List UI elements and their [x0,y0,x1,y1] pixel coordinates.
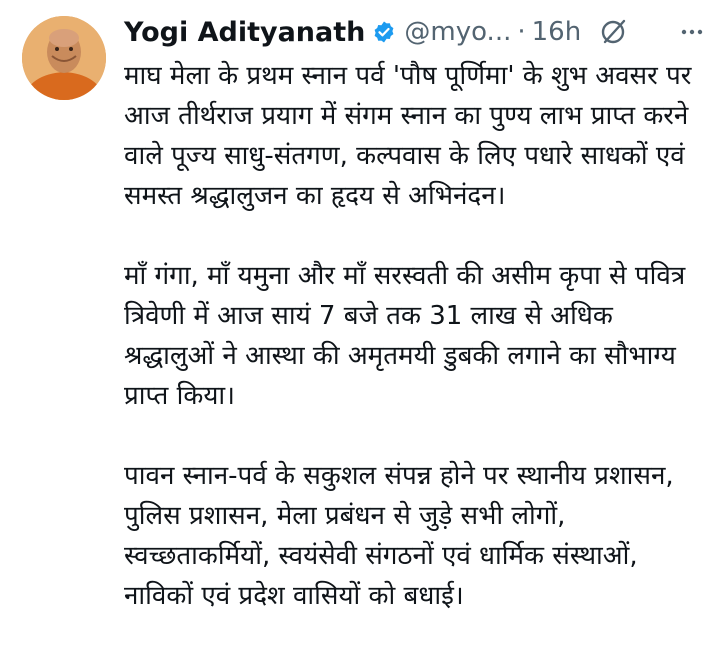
meta-separator: · [517,17,526,47]
grok-icon[interactable] [599,17,629,47]
profile-photo [22,16,106,100]
author-name[interactable]: Yogi Adityanath [124,17,365,48]
more-icon[interactable] [678,18,706,46]
tweet-header: Yogi Adityanath @myo... · 16h [124,14,706,50]
tweet-card: Yogi Adityanath @myo... · 16h माघ मेला क… [0,0,720,659]
verified-badge-icon [374,21,394,43]
author-handle[interactable]: @myo... [404,17,511,47]
avatar[interactable] [22,16,106,100]
tweet-paragraph: पावन स्नान-पर्व के सकुशल संपन्न होने पर … [124,461,674,611]
tweet-timestamp[interactable]: 16h [532,17,582,47]
tweet-paragraph: माँ गंगा, माँ यमुना और माँ सरस्वती की अस… [124,261,686,411]
tweet-text: माघ मेला के प्रथम स्नान पर्व 'पौष पूर्णि… [124,56,710,616]
tweet-paragraph: माघ मेला के प्रथम स्नान पर्व 'पौष पूर्णि… [124,61,692,211]
